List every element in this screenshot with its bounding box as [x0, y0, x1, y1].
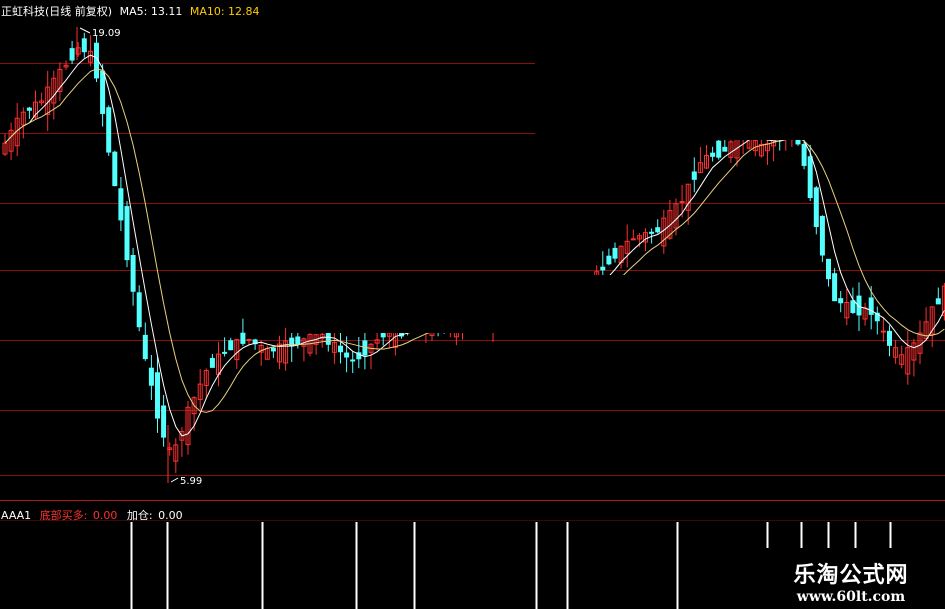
- ma10-label: MA10:: [189, 5, 225, 18]
- redaction-block-top-right: [535, 0, 945, 140]
- candle-body-99: [606, 255, 612, 265]
- candle-body-36: [222, 351, 228, 354]
- redaction-block-middle: [287, 275, 657, 333]
- watermark-url: www.60lt.com: [796, 589, 906, 605]
- watermark: 乐淘公式网 www.60lt.com: [757, 548, 945, 609]
- stock-title: 正虹科技(日线 前复权): [1, 5, 113, 18]
- candle-body-18: [112, 151, 118, 187]
- high-arrow: [79, 27, 91, 34]
- candle-body-134: [819, 215, 825, 256]
- candle-body-113: [691, 171, 697, 180]
- candle-body-21: [130, 255, 136, 292]
- candle-body-57: [350, 359, 356, 362]
- candle-body-137: [838, 298, 844, 304]
- candle-body-107: [655, 227, 661, 233]
- candle-body-48: [295, 336, 301, 345]
- candle-body-118: [722, 146, 728, 152]
- candle-body-22: [136, 292, 142, 328]
- candle-body-55: [338, 345, 343, 353]
- candle-body-153: [935, 298, 941, 305]
- ma5-label: MA5:: [119, 5, 148, 18]
- candle-body-100: [612, 247, 618, 259]
- candle-body-23: [142, 334, 148, 360]
- candle-body-13: [81, 38, 87, 53]
- add-label: 加仓:: [126, 509, 153, 522]
- candle-body-34: [209, 358, 215, 368]
- candle-body-98: [600, 266, 606, 271]
- indicator-name: AAA1: [1, 509, 32, 522]
- watermark-name: 乐淘公式网: [793, 563, 909, 588]
- candle-body-16: [100, 70, 106, 114]
- buy-label: 底部买多:: [39, 509, 88, 522]
- stock-chart-window: 19.09 5.99 正虹科技(日线 前复权) MA5: 13.11 MA10: …: [0, 0, 945, 609]
- candle-body-20: [124, 206, 130, 261]
- candle-body-25: [155, 372, 160, 419]
- candle-body-135: [826, 258, 831, 280]
- candle-body-37: [228, 340, 234, 351]
- indicator-header: AAA1 底部买多: 0.00 加仓: 0.00: [1, 507, 185, 523]
- candle-body-103: [630, 238, 636, 241]
- candle-body-17: [106, 107, 112, 153]
- candle-body-39: [240, 332, 246, 344]
- candle-body-142: [868, 297, 874, 315]
- candle-body-136: [832, 273, 838, 302]
- add-value: 0.00: [158, 509, 183, 522]
- candle-body-26: [161, 405, 167, 438]
- candle-body-116: [710, 152, 716, 157]
- candle-body-145: [887, 330, 892, 346]
- candle-body-117: [716, 140, 722, 158]
- candle-body-11: [69, 48, 75, 61]
- candle-body-56: [344, 352, 350, 358]
- low-arrow: [170, 477, 179, 483]
- candle-body-4: [26, 107, 32, 111]
- ma5-value: 13.11: [150, 5, 183, 18]
- candle-body-106: [649, 231, 655, 234]
- chart-header: 正虹科技(日线 前复权) MA5: 13.11 MA10: 12.84: [1, 3, 264, 19]
- candle-body-131: [801, 143, 807, 166]
- candle-body-19: [118, 188, 124, 221]
- candle-body-111: [679, 201, 685, 204]
- high-price-label: 19.09: [92, 28, 121, 39]
- low-price-label: 5.99: [180, 476, 202, 487]
- candle-body-133: [813, 187, 819, 228]
- candle-body-139: [850, 300, 856, 313]
- candle-body-144: [880, 330, 886, 333]
- ma10-value: 12.84: [228, 5, 260, 18]
- candle-body-44: [270, 347, 276, 352]
- candle-body-24: [148, 367, 154, 386]
- candle-body-132: [807, 156, 813, 199]
- buy-value: 0.00: [92, 509, 118, 522]
- candle-body-40: [246, 339, 252, 342]
